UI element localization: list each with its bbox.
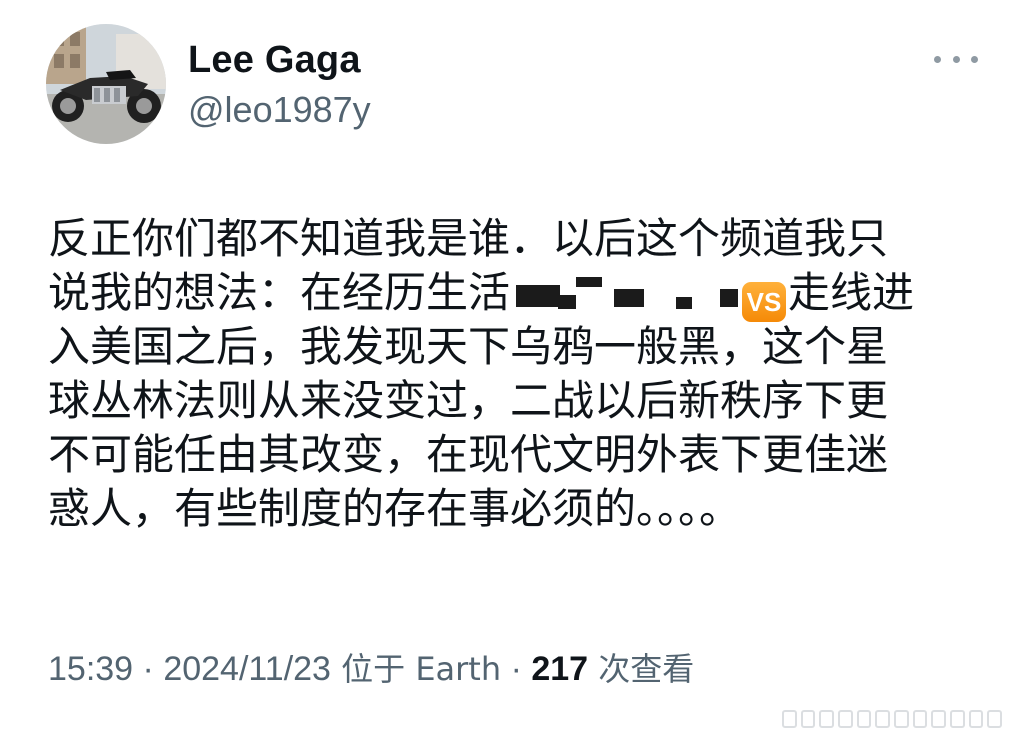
watermark-glyph	[931, 710, 947, 728]
author-handle[interactable]: @leo1987y	[188, 88, 371, 132]
vs-emoji: VS	[742, 282, 787, 322]
tweet-line-segment: 走线进	[788, 268, 915, 317]
watermark-glyph	[782, 710, 797, 728]
motorcycle-avatar-icon	[46, 24, 166, 144]
more-dot	[971, 55, 978, 63]
redacted-text	[510, 271, 740, 315]
views-count[interactable]: 217	[531, 650, 588, 688]
tweet-line: 不可能任由其改变，在现代文明外表下更佳迷	[48, 430, 889, 479]
tweet-line-segment: 说我的想法：在经历生活	[48, 268, 511, 317]
watermark-glyph	[950, 710, 965, 728]
meta-separator: ·	[501, 650, 532, 688]
tweet-line: 反正你们都不知道我是谁．以后这个频道我只	[48, 214, 889, 263]
tweet-time[interactable]: 15:39	[48, 650, 133, 688]
views-label: 次查看	[588, 650, 695, 688]
watermark-glyph	[912, 710, 928, 728]
watermark-glyph	[800, 710, 816, 728]
watermark-glyph	[894, 710, 909, 728]
watermark-glyph	[875, 710, 891, 728]
watermark-glyph	[987, 710, 1003, 728]
watermark-glyph	[968, 710, 984, 728]
tweet-line: 入美国之后，我发现天下乌鸦一般黑，这个星	[48, 322, 889, 371]
watermark-glyph	[819, 710, 835, 728]
tweet-line: 球丛林法则从来没变过，二战以后新秩序下更	[48, 376, 889, 425]
avatar[interactable]	[46, 24, 166, 144]
watermark	[782, 708, 1003, 730]
more-options-icon[interactable]	[934, 46, 978, 72]
watermark-glyph	[838, 710, 853, 728]
tweet-meta: 15:39 · 2024/11/23 位于 Earth · 217 次查看	[48, 646, 694, 692]
more-dot	[952, 55, 960, 63]
author-display-name[interactable]: Lee Gaga	[188, 38, 361, 82]
tweet-line: 惑人，有些制度的存在事必须的。。。。	[48, 484, 742, 533]
more-dot	[934, 55, 941, 63]
tweet-text: 反正你们都不知道我是谁．以后这个频道我只 说我的想法：在经历生活 VS 走线进 入美…	[48, 212, 978, 536]
meta-separator: ·	[133, 650, 164, 688]
tweet-line: 说我的想法：在经历生活 VS 走线进	[48, 266, 978, 322]
tweet-date[interactable]: 2024/11/23	[163, 650, 331, 688]
tweet-location: 位于 Earth	[330, 650, 502, 688]
watermark-glyph	[856, 710, 872, 728]
